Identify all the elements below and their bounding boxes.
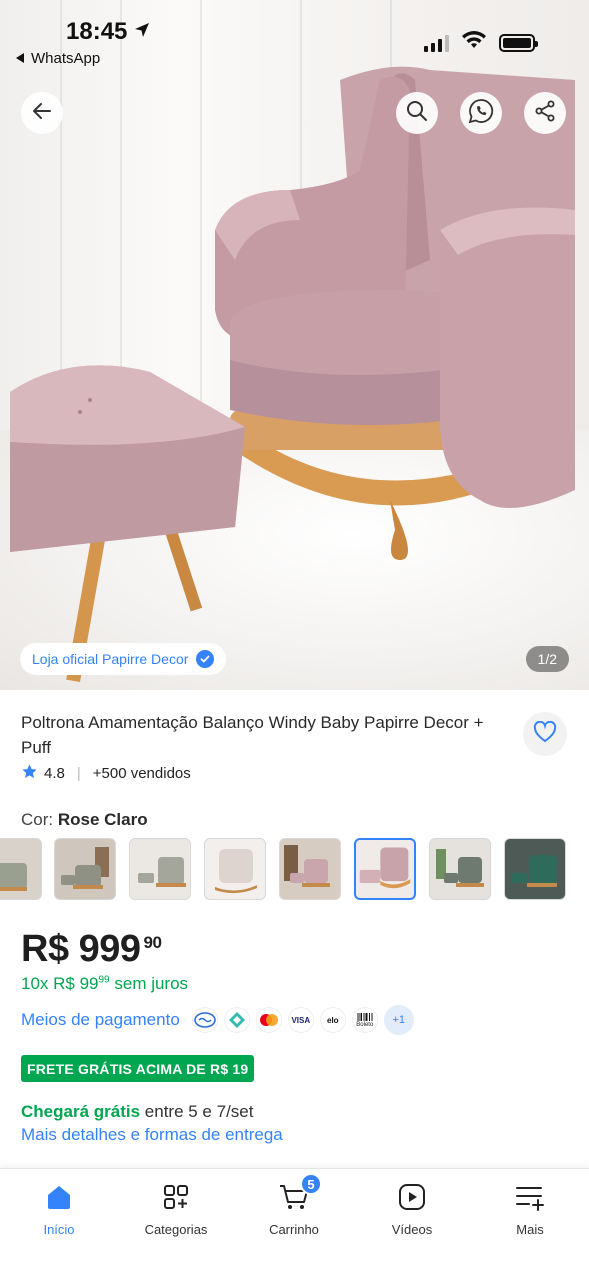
- installment-prefix: 10x R$ 99: [21, 974, 99, 993]
- battery-icon: [499, 33, 538, 52]
- rating-value: 4.8: [44, 765, 65, 782]
- more-menu-icon: [515, 1183, 545, 1216]
- verified-badge-icon: [196, 650, 215, 668]
- product-title: Poltrona Amamentação Balanço Windy Baby …: [21, 713, 484, 757]
- color-option-thumbnail[interactable]: [129, 838, 191, 900]
- color-option-thumbnail[interactable]: [54, 838, 116, 900]
- mastercard-icon: [255, 1007, 282, 1033]
- arrival-dates: entre 5 e 7/set: [144, 1102, 254, 1121]
- visa-icon: VISA: [287, 1007, 314, 1033]
- whatsapp-icon: [468, 98, 494, 129]
- store-label: Loja oficial Papirre Decor: [32, 651, 189, 667]
- star-icon: [21, 763, 38, 784]
- bottom-navigation: Início Categorias 5 Carrinho Vídeos Mais: [0, 1168, 589, 1280]
- boleto-label: Boleto: [356, 1021, 374, 1028]
- rating-row[interactable]: 4.8 | +500 vendidos: [21, 763, 191, 784]
- sold-count: +500 vendidos: [92, 765, 191, 782]
- payment-methods-link[interactable]: Meios de pagamento: [21, 1010, 180, 1030]
- whatsapp-share-button[interactable]: [460, 92, 502, 134]
- price-main: R$ 999: [21, 928, 141, 970]
- share-button[interactable]: [524, 92, 566, 134]
- color-option-thumbnail[interactable]: [429, 838, 491, 900]
- cart-count-badge: 5: [300, 1173, 322, 1195]
- cellular-signal-icon: [424, 34, 449, 52]
- arrival-info: Chegará grátis entre 5 e 7/set: [21, 1102, 253, 1122]
- delivery-details-link[interactable]: Mais detalhes e formas de entrega: [21, 1125, 283, 1145]
- heart-icon: [533, 720, 557, 748]
- color-option-thumbnail[interactable]: [204, 838, 266, 900]
- pix-icon: [223, 1007, 250, 1033]
- back-to-app[interactable]: WhatsApp: [16, 50, 100, 67]
- wifi-icon: [461, 30, 487, 55]
- arrival-highlight: Chegará grátis: [21, 1102, 141, 1121]
- nav-label: Carrinho: [269, 1222, 319, 1237]
- installment-info: 10x R$ 9999 sem juros: [21, 974, 188, 994]
- color-option-thumbnail[interactable]: [279, 838, 341, 900]
- price-cents: 90: [143, 933, 162, 952]
- ottoman-puff-illustration: [10, 365, 245, 683]
- elo-icon: elo: [319, 1007, 346, 1033]
- search-icon: [405, 99, 429, 128]
- nav-item-categories[interactable]: Categorias: [121, 1183, 231, 1237]
- divider: |: [76, 765, 81, 782]
- nav-label: Categorias: [144, 1222, 208, 1237]
- product-image[interactable]: Loja oficial Papirre Decor 1/2: [0, 0, 589, 690]
- nav-item-cart[interactable]: 5 Carrinho: [239, 1173, 349, 1237]
- installment-suffix: sem juros: [114, 974, 189, 993]
- official-store-link[interactable]: Loja oficial Papirre Decor: [20, 643, 227, 675]
- status-time: 18:45: [66, 18, 128, 45]
- play-video-icon: [398, 1183, 426, 1216]
- back-arrow-icon: [30, 99, 54, 128]
- back-button[interactable]: [21, 92, 63, 134]
- nav-item-home[interactable]: Início: [4, 1183, 114, 1237]
- color-option-thumbnail[interactable]: [0, 838, 42, 900]
- installment-cents: 99: [98, 974, 110, 986]
- color-value: Rose Claro: [57, 810, 148, 829]
- location-arrow-icon: [133, 18, 151, 46]
- color-option-thumbnail-selected[interactable]: [354, 838, 416, 900]
- back-app-label: WhatsApp: [31, 50, 101, 67]
- color-option-thumbnail[interactable]: [504, 838, 566, 900]
- back-triangle-icon: [16, 50, 25, 67]
- home-icon: [45, 1183, 73, 1216]
- payment-methods: Meios de pagamento VISA elo Boleto +1: [21, 1005, 414, 1035]
- free-shipping-badge: FRETE GRÁTIS ACIMA DE R$ 19: [21, 1055, 255, 1082]
- nav-label: Mais: [516, 1222, 544, 1237]
- nav-label: Vídeos: [391, 1222, 433, 1237]
- boleto-icon: Boleto: [351, 1007, 378, 1033]
- color-label: Cor:: [21, 810, 54, 829]
- image-counter: 1/2: [525, 646, 569, 672]
- share-icon: [533, 99, 557, 128]
- mercado-pago-icon: [191, 1007, 218, 1033]
- search-button[interactable]: [396, 92, 438, 134]
- nav-item-videos[interactable]: Vídeos: [357, 1183, 467, 1237]
- categories-icon: [162, 1183, 190, 1216]
- more-payment-methods[interactable]: +1: [383, 1005, 414, 1035]
- price: R$ 999 90: [21, 928, 162, 971]
- nav-label: Início: [43, 1222, 75, 1237]
- favorite-button[interactable]: [523, 712, 567, 756]
- color-selector-label: Cor: Rose Claro: [21, 810, 148, 830]
- status-bar: 18:45 WhatsApp: [0, 0, 589, 70]
- nav-item-more[interactable]: Mais: [475, 1183, 585, 1237]
- color-thumbnails: [0, 838, 589, 902]
